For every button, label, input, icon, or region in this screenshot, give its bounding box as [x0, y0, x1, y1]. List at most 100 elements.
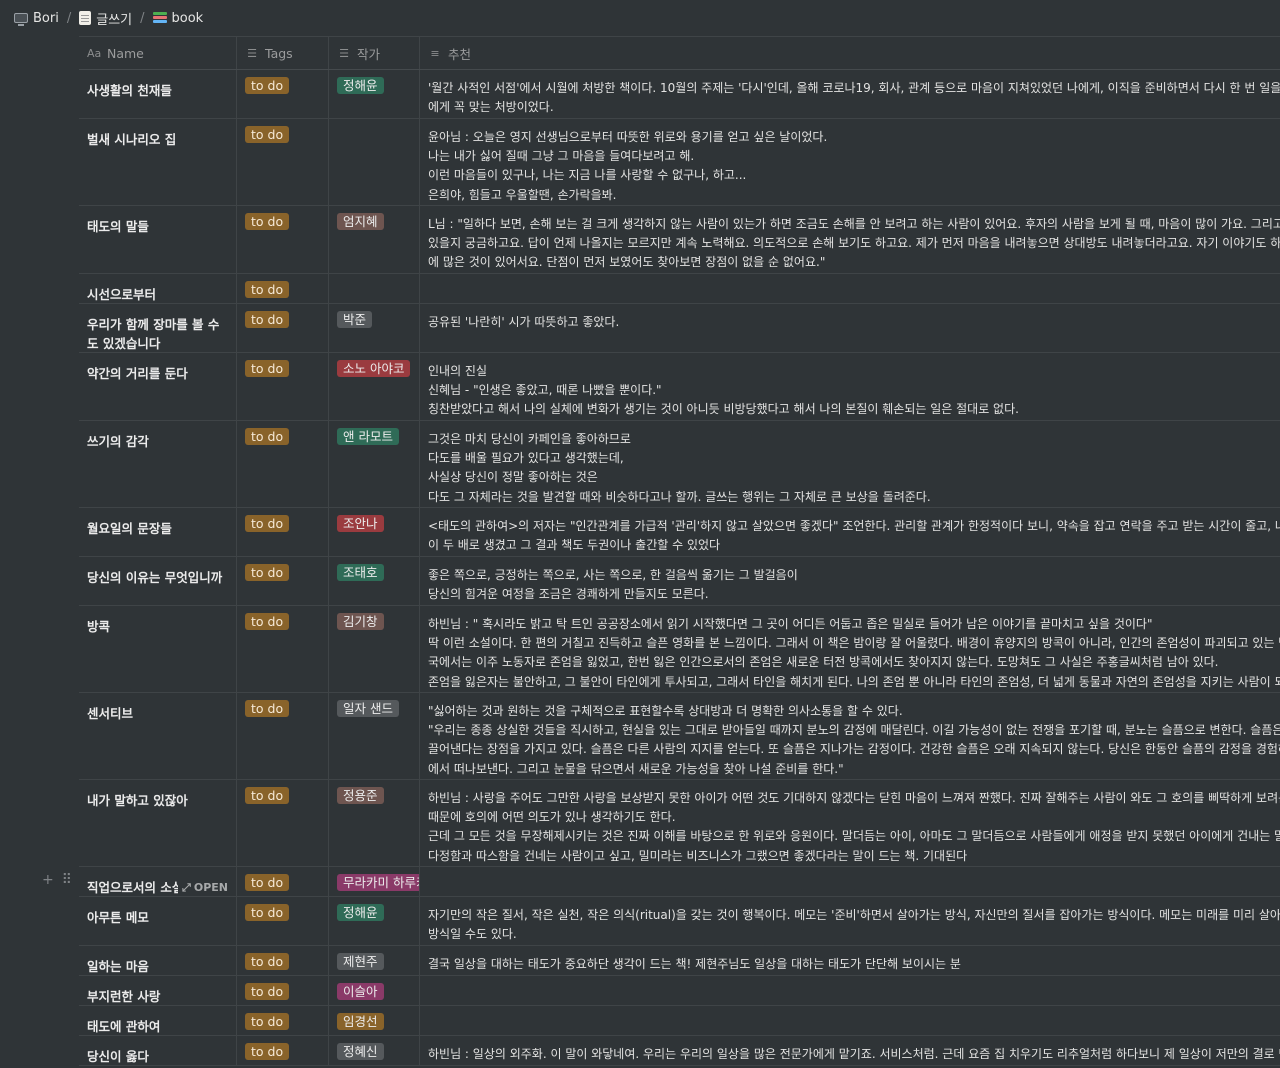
tags-cell[interactable]: to do	[237, 780, 329, 866]
column-header-recommend[interactable]: ≡ 추천	[420, 37, 1280, 69]
row-title[interactable]: 아무튼 메모	[87, 903, 228, 927]
table-row[interactable]: 당신이 옳다 to do 정혜신 하빈님 : 일상의 외주화. 이 말이 와닿네여. …	[79, 1036, 1280, 1066]
recommend-cell[interactable]: 자기만의 작은 질서, 작은 실천, 작은 의식(ritual)을 갖는 것이 …	[420, 897, 1280, 945]
name-cell[interactable]: 직업으로서의 소설가⤢OPEN	[79, 867, 237, 896]
row-title[interactable]: 직업으로서의 소설가	[87, 878, 178, 896]
tags-cell[interactable]: to do	[237, 946, 329, 975]
row-title[interactable]: 벌새 시나리오 집	[87, 125, 228, 149]
breadcrumb-item-book[interactable]: book	[149, 9, 208, 28]
author-cell[interactable]: 제현주	[329, 946, 420, 975]
table-row[interactable]: 우리가 함께 장마를 볼 수도 있겠습니다 to do 박준 공유된 '나란히' 시가…	[79, 304, 1280, 353]
table-row[interactable]: 일하는 마음 to do 제현주 결국 일상을 대하는 태도가 중요하단 생각이 드는…	[79, 946, 1280, 976]
name-cell[interactable]: 시선으로부터	[79, 274, 237, 303]
name-cell[interactable]: 방콕	[79, 606, 237, 692]
name-cell[interactable]: 약간의 거리를 둔다	[79, 353, 237, 420]
name-cell[interactable]: 부지런한 사랑	[79, 976, 237, 1005]
recommend-cell[interactable]: 하빈님 : 일상의 외주화. 이 말이 와닿네여. 우리는 우리의 일상을 많은…	[420, 1036, 1280, 1065]
recommend-cell[interactable]: 결국 일상을 대하는 태도가 중요하단 생각이 드는 책! 제현주님도 일상을 …	[420, 946, 1280, 975]
tags-cell[interactable]: to do	[237, 274, 329, 303]
tags-cell[interactable]: to do	[237, 557, 329, 605]
table-row[interactable]: 시선으로부터 to do	[79, 274, 1280, 304]
row-title[interactable]: 우리가 함께 장마를 볼 수도 있겠습니다	[87, 310, 228, 352]
drag-handle-icon[interactable]: ⠿	[62, 872, 72, 888]
table-row[interactable]: 부지런한 사랑 to do 이슬아	[79, 976, 1280, 1006]
recommend-cell[interactable]: 그것은 마치 당신이 카페인을 좋아하므로 다도를 배울 필요가 있다고 생각했…	[420, 421, 1280, 507]
table-row[interactable]: 약간의 거리를 둔다 to do 소노 아야코 인내의 진실 신혜님 - "인생은 좋…	[79, 353, 1280, 421]
table-row[interactable]: 월요일의 문장들 to do 조안나 <태도의 관하여>의 저자는 "인간관계를 가급…	[79, 508, 1280, 557]
name-cell[interactable]: 우리가 함께 장마를 볼 수도 있겠습니다	[79, 304, 237, 352]
breadcrumb-item-writing[interactable]: 글쓰기	[75, 7, 136, 30]
row-title[interactable]: 태도의 말들	[87, 212, 228, 236]
name-cell[interactable]: 당신이 옳다	[79, 1036, 237, 1065]
table-row[interactable]: 사생활의 천재들 to do 정해윤 '월간 사적인 서점'에서 시월에 처방한 책이…	[79, 70, 1280, 119]
table-row[interactable]: 태도에 관하여 to do 임경선	[79, 1006, 1280, 1036]
row-title[interactable]: 약간의 거리를 둔다	[87, 359, 228, 383]
author-cell[interactable]: 엄지혜	[329, 206, 420, 273]
tags-cell[interactable]: to do	[237, 304, 329, 352]
row-title[interactable]: 월요일의 문장들	[87, 514, 228, 538]
author-cell[interactable]: 정해윤	[329, 70, 420, 118]
recommend-cell[interactable]	[420, 867, 1280, 896]
tags-cell[interactable]: to do	[237, 1036, 329, 1065]
tags-cell[interactable]: to do	[237, 897, 329, 945]
row-title[interactable]: 당신의 이유는 무엇입니까	[87, 563, 228, 587]
recommend-cell[interactable]	[420, 274, 1280, 303]
author-cell[interactable]: 이슬아	[329, 976, 420, 1005]
author-cell[interactable]: 무라카미 하루키	[329, 867, 420, 896]
table-row[interactable]: 아무튼 메모 to do 정해윤 자기만의 작은 질서, 작은 실천, 작은 의식(r…	[79, 897, 1280, 946]
author-cell[interactable]: 정해윤	[329, 897, 420, 945]
recommend-cell[interactable]: 윤아님 : 오늘은 영지 선생님으로부터 따뜻한 위로와 용기를 얻고 싶은 날…	[420, 119, 1280, 205]
table-row[interactable]: 당신의 이유는 무엇입니까 to do 조태호 좋은 쪽으로, 긍정하는 쪽으로, 사…	[79, 557, 1280, 606]
row-title[interactable]: 당신이 옳다	[87, 1042, 228, 1065]
author-cell[interactable]: 일자 샌드	[329, 693, 420, 779]
row-title[interactable]: 일하는 마음	[87, 952, 228, 975]
row-title[interactable]: 사생활의 천재들	[87, 76, 228, 100]
breadcrumb-item-bori[interactable]: Bori	[10, 9, 63, 28]
recommend-cell[interactable]: '월간 사적인 서점'에서 시월에 처방한 책이다. 10월의 주제는 '다시'…	[420, 70, 1280, 118]
author-cell[interactable]: 정혜신	[329, 1036, 420, 1065]
name-cell[interactable]: 당신의 이유는 무엇입니까	[79, 557, 237, 605]
author-cell[interactable]	[329, 119, 420, 205]
tags-cell[interactable]: to do	[237, 70, 329, 118]
row-title[interactable]: 내가 말하고 있잖아	[87, 786, 228, 810]
tags-cell[interactable]: to do	[237, 119, 329, 205]
author-cell[interactable]: 조태호	[329, 557, 420, 605]
tags-cell[interactable]: to do	[237, 976, 329, 1005]
tags-cell[interactable]: to do	[237, 353, 329, 420]
tags-cell[interactable]: to do	[237, 1006, 329, 1035]
author-cell[interactable]: 소노 아야코	[329, 353, 420, 420]
name-cell[interactable]: 월요일의 문장들	[79, 508, 237, 556]
name-cell[interactable]: 센서티브	[79, 693, 237, 779]
recommend-cell[interactable]	[420, 976, 1280, 1005]
recommend-cell[interactable]: <태도의 관하여>의 저자는 "인간관계를 가급적 '관리'하지 않고 살았으면…	[420, 508, 1280, 556]
recommend-cell[interactable]: 하빈님 : " 혹시라도 밝고 탁 트인 공공장소에서 읽기 시작했다면 그 곳…	[420, 606, 1280, 692]
column-header-name[interactable]: Aa Name	[79, 37, 237, 69]
author-cell[interactable]	[329, 274, 420, 303]
name-cell[interactable]: 아무튼 메모	[79, 897, 237, 945]
tags-cell[interactable]: to do	[237, 421, 329, 507]
author-cell[interactable]: 임경선	[329, 1006, 420, 1035]
name-cell[interactable]: 벌새 시나리오 집	[79, 119, 237, 205]
recommend-cell[interactable]: "싫어하는 것과 원하는 것을 구체적으로 표현할수록 상대방과 더 명확한 의…	[420, 693, 1280, 779]
tags-cell[interactable]: to do	[237, 206, 329, 273]
tags-cell[interactable]: to do	[237, 508, 329, 556]
add-row-icon[interactable]: +	[42, 872, 54, 888]
row-title[interactable]: 센서티브	[87, 699, 228, 723]
table-row[interactable]: 내가 말하고 있잖아 to do 정용준 하빈님 : 사랑을 주어도 그만한 사랑을 …	[79, 780, 1280, 867]
name-cell[interactable]: 사생활의 천재들	[79, 70, 237, 118]
author-cell[interactable]: 김기창	[329, 606, 420, 692]
row-title[interactable]: 부지런한 사랑	[87, 982, 228, 1005]
table-row[interactable]: 벌새 시나리오 집 to do 윤아님 : 오늘은 영지 선생님으로부터 따뜻한 위…	[79, 119, 1280, 206]
author-cell[interactable]: 박준	[329, 304, 420, 352]
tags-cell[interactable]: to do	[237, 606, 329, 692]
open-page-button[interactable]: ⤢ OPEN	[178, 878, 228, 896]
recommend-cell[interactable]: 공유된 '나란히' 시가 따뜻하고 좋았다.	[420, 304, 1280, 352]
column-header-tags[interactable]: ☰ Tags	[237, 37, 329, 69]
recommend-cell[interactable]	[420, 1006, 1280, 1035]
table-row[interactable]: 쓰기의 감각 to do 앤 라모트 그것은 마치 당신이 카페인을 좋아하므로 다도…	[79, 421, 1280, 508]
name-cell[interactable]: 태도에 관하여	[79, 1006, 237, 1035]
name-cell[interactable]: 태도의 말들	[79, 206, 237, 273]
recommend-cell[interactable]: 하빈님 : 사랑을 주어도 그만한 사랑을 보상받지 못한 아이가 어떤 것도 …	[420, 780, 1280, 866]
name-cell[interactable]: 내가 말하고 있잖아	[79, 780, 237, 866]
row-title[interactable]: 방콕	[87, 612, 228, 636]
